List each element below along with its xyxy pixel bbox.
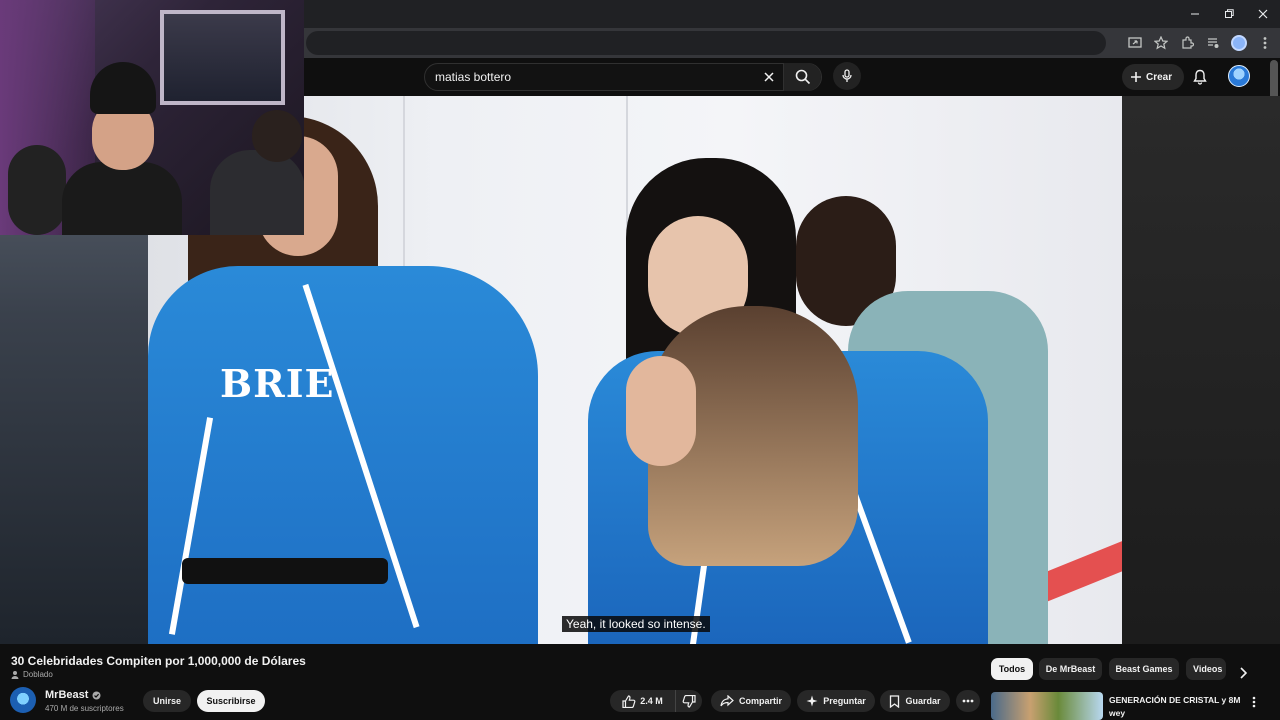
streamer-shirt: [62, 162, 182, 235]
ask-label: Preguntar: [823, 696, 866, 706]
media-controls-icon[interactable]: [1204, 34, 1222, 52]
restore-icon[interactable]: [1212, 0, 1246, 28]
recommendation-title[interactable]: GENERACIÓN DE CRISTAL y 8M wey: [1109, 694, 1254, 720]
close-window-icon[interactable]: [1246, 0, 1280, 28]
jersey-name: BRIE: [220, 361, 335, 406]
save-button[interactable]: Guardar: [880, 690, 950, 712]
join-label: Unirse: [152, 696, 181, 706]
voice-search-button[interactable]: [833, 62, 861, 90]
subscriber-count: 470 M de suscriptores: [45, 704, 124, 713]
toolbar-icons: [1126, 32, 1274, 54]
thumbs-up-icon: [622, 694, 636, 708]
microphone-pop-filter: [8, 145, 66, 235]
woman-face-3: [626, 356, 696, 466]
video-title: 30 Celebridades Compiten por 1,000,000 d…: [11, 654, 306, 668]
create-button[interactable]: Crear: [1122, 64, 1185, 90]
dislike-button[interactable]: [676, 690, 702, 712]
plus-icon: [1131, 72, 1141, 82]
chip-all[interactable]: Todos: [991, 658, 1033, 680]
browser-menu-icon[interactable]: [1256, 34, 1274, 52]
save-label: Guardar: [905, 696, 941, 706]
like-button[interactable]: 2.4 M: [610, 690, 676, 712]
guest: [210, 110, 304, 235]
share-button[interactable]: Compartir: [711, 690, 791, 712]
more-vertical-icon[interactable]: [1248, 694, 1260, 710]
blue-jersey: [148, 266, 538, 644]
bookmark-icon: [890, 694, 900, 708]
ambient-right: [1122, 96, 1280, 644]
chip-beast-games[interactable]: Beast Games: [1109, 658, 1179, 680]
address-bar[interactable]: [306, 31, 1106, 55]
window-controls: [1178, 0, 1280, 28]
watch-metadata: 30 Celebridades Compiten por 1,000,000 d…: [0, 644, 1280, 720]
channel-name-text[interactable]: MrBeast: [45, 689, 88, 701]
cast-icon[interactable]: [1126, 34, 1144, 52]
more-horizontal-icon: [962, 699, 974, 703]
guest-head: [252, 110, 302, 162]
jersey-stripe: [168, 417, 214, 635]
like-dislike-group: 2.4 M: [610, 690, 702, 712]
ask-button[interactable]: Preguntar: [797, 690, 875, 712]
subscribe-label: Suscribirse: [206, 696, 256, 706]
search-icon: [795, 69, 810, 85]
dubbed-person-icon: [11, 671, 19, 679]
video-subtitle: Yeah, it looked so intense.: [562, 616, 710, 632]
streamer-beanie: [90, 62, 156, 114]
chevron-right-icon[interactable]: [1232, 662, 1254, 684]
search-box[interactable]: matias bottero: [424, 63, 822, 91]
search-input[interactable]: matias bottero: [425, 70, 755, 84]
profile-avatar-icon[interactable]: [1230, 34, 1248, 52]
extensions-icon[interactable]: [1178, 34, 1196, 52]
create-label: Crear: [1146, 71, 1173, 83]
channel-avatar[interactable]: [10, 687, 36, 713]
microphone-icon: [842, 69, 852, 82]
black-belt: [182, 558, 388, 584]
recommendation-thumbnail[interactable]: [991, 692, 1103, 720]
more-actions-button[interactable]: [956, 690, 980, 712]
clear-search-icon[interactable]: [755, 63, 783, 91]
minimize-icon[interactable]: [1178, 0, 1212, 28]
streamer: [62, 62, 182, 235]
bookmark-star-icon[interactable]: [1152, 34, 1170, 52]
subscribe-button[interactable]: Suscribirse: [197, 690, 265, 712]
share-arrow-icon: [720, 695, 734, 707]
webcam-overlay: [0, 0, 304, 235]
join-button[interactable]: Unirse: [143, 690, 191, 712]
chip-from-mrbeast[interactable]: De MrBeast: [1039, 658, 1102, 680]
verified-check-icon: [92, 691, 101, 699]
like-count: 2.4 M: [640, 696, 663, 706]
share-label: Compartir: [738, 696, 782, 706]
sparkle-icon: [806, 695, 818, 707]
search-button[interactable]: [783, 63, 821, 91]
dubbed-label: Doblado: [23, 670, 53, 679]
guest-jacket: [210, 150, 304, 235]
chip-videos[interactable]: Videos: [1186, 658, 1226, 680]
channel-name[interactable]: MrBeast: [45, 689, 101, 701]
dubbed-badge: Doblado: [11, 670, 53, 679]
notifications-bell-icon[interactable]: [1189, 66, 1211, 88]
thumbs-down-icon: [682, 694, 696, 708]
account-avatar[interactable]: [1228, 65, 1250, 87]
